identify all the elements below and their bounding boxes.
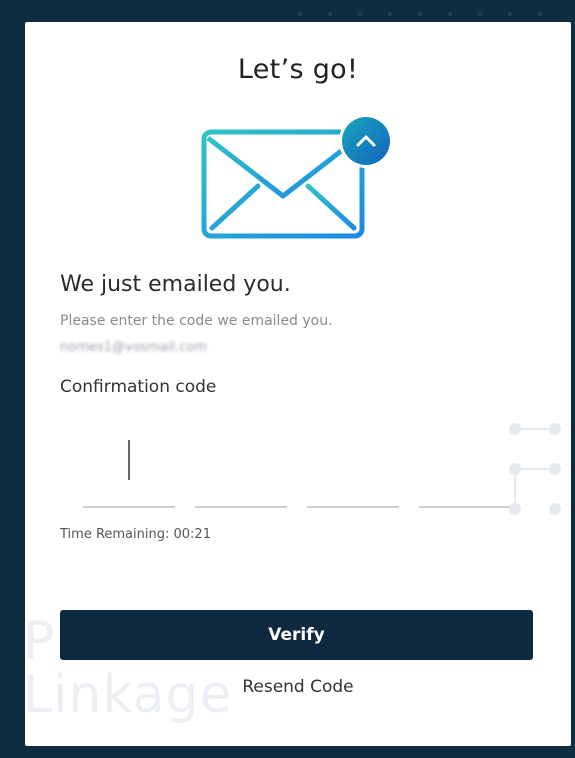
email-address: nomes1@vosmail.com — [60, 340, 208, 355]
time-remaining-value: 00:21 — [173, 527, 211, 542]
chevron-up-icon — [339, 114, 393, 168]
verification-card: Let’s go! We just emailed you. Please en… — [25, 22, 571, 746]
instruction-text: Please enter the code we emailed you. — [60, 313, 333, 329]
confirmation-code-input-group — [83, 434, 513, 508]
time-remaining: Time Remaining: 00:21 — [60, 527, 211, 542]
email-sent-heading: We just emailed you. — [60, 272, 291, 297]
code-digit-3[interactable] — [307, 434, 399, 508]
page-title: Let’s go! — [237, 54, 359, 85]
confirmation-code-label: Confirmation code — [60, 377, 217, 397]
code-digit-2[interactable] — [195, 434, 287, 508]
envelope-icon — [201, 114, 393, 239]
time-remaining-label: Time Remaining: — [60, 527, 170, 542]
decorative-node-graphic — [509, 423, 561, 515]
resend-code-link[interactable]: Resend Code — [25, 677, 571, 697]
text-cursor — [128, 440, 130, 480]
verify-button[interactable]: Verify — [60, 610, 533, 660]
